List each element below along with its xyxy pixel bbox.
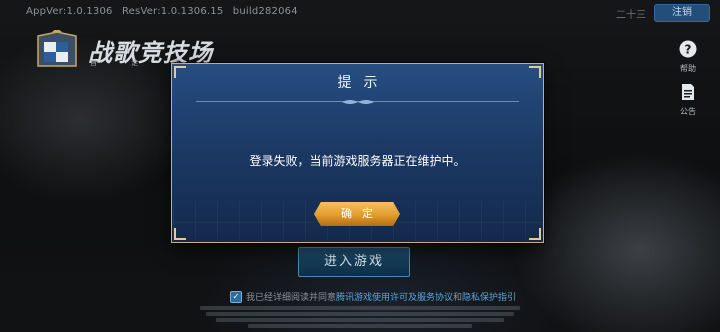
notice-icon (680, 84, 696, 105)
privacy-guide-link[interactable]: 隐私保护指引 (462, 290, 516, 303)
footer-line (200, 306, 520, 310)
legal-footer (200, 304, 520, 330)
res-version: ResVer:1.0.1306.15 (121, 6, 224, 17)
build-number: build282064 (232, 6, 298, 17)
logout-button[interactable]: 注销 (654, 4, 710, 22)
svg-text:?: ? (685, 43, 692, 57)
notice-label: 公告 (680, 107, 696, 116)
footer-line (206, 312, 514, 316)
agreement-row: ✓ 我已经详细阅读并同意 腾讯游戏使用许可及服务协议 和 隐私保护指引 (230, 290, 516, 303)
dialog-title: 提示 (337, 75, 390, 91)
enter-game-button[interactable]: 进入游戏 (298, 247, 410, 277)
agreement-conjunction: 和 (453, 293, 463, 303)
agreement-prefix: 我已经详细阅读并同意 (246, 293, 337, 303)
help-label: 帮助 (680, 64, 696, 73)
version-info: AppVer:1.0.1306 ResVer:1.0.1306.15 build… (26, 6, 304, 17)
dialog-message: 登录失败，当前游戏服务器正在维护中。 (249, 154, 466, 168)
username: 二十三 (616, 9, 646, 21)
help-button[interactable]: ? 帮助 (676, 40, 700, 74)
footer-line (216, 318, 504, 322)
confirm-button[interactable]: 确定 (314, 202, 400, 226)
alert-dialog: 提示 登录失败，当前游戏服务器正在维护中。 确定 (171, 63, 544, 243)
corner-ornament (174, 228, 186, 240)
license-agreement-link[interactable]: 腾讯游戏使用许可及服务协议 (336, 290, 453, 303)
question-icon: ? (679, 40, 697, 62)
app-version: AppVer:1.0.1306 (26, 6, 113, 17)
corner-ornament (529, 228, 541, 240)
agreement-checkbox[interactable]: ✓ (230, 290, 242, 303)
chessboard-logo-icon (34, 28, 80, 70)
title-divider (196, 96, 519, 108)
footer-line (248, 324, 472, 328)
user-bar: 二十三 注销 (616, 4, 710, 22)
notice-button[interactable]: 公告 (676, 83, 700, 117)
divider-ornament-icon (341, 100, 374, 104)
